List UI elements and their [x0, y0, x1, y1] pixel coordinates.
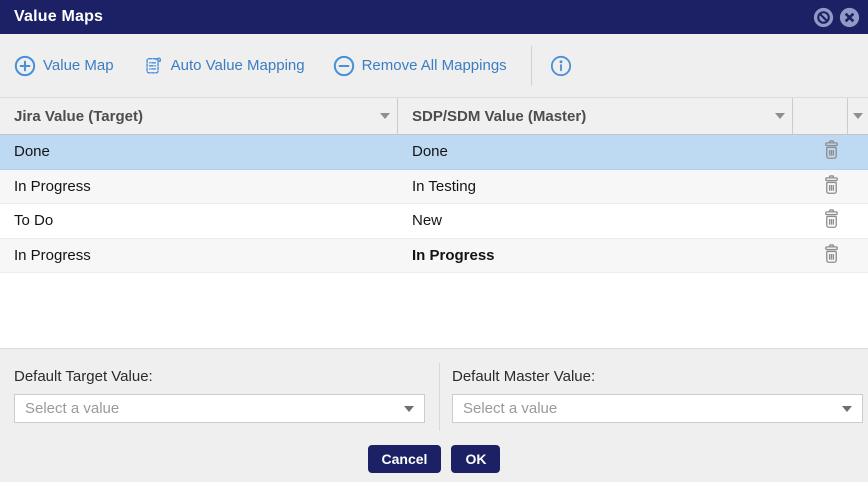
close-icon[interactable] — [839, 7, 860, 28]
table-header: Jira Value (Target) SDP/SDM Value (Maste… — [0, 97, 868, 135]
auto-value-mapping-label: Auto Value Mapping — [171, 57, 305, 74]
default-master-label: Default Master Value: — [452, 368, 863, 385]
trash-icon — [822, 174, 841, 199]
chevron-down-icon — [404, 406, 414, 412]
value-maps-dialog: Value Maps — [0, 0, 868, 482]
default-master-placeholder: Select a value — [463, 400, 842, 417]
default-master-panel: Default Master Value: Select a value — [440, 349, 868, 431]
jira-value-cell[interactable]: To Do — [0, 212, 398, 229]
ban-icon[interactable] — [813, 7, 834, 28]
titlebar: Value Maps — [0, 0, 868, 34]
column-menu-jira[interactable] — [372, 98, 398, 134]
delete-mapping-button[interactable] — [822, 243, 841, 268]
delete-mapping-button[interactable] — [822, 139, 841, 164]
table-row[interactable]: To Do New — [0, 204, 868, 239]
sdp-value-cell[interactable]: New — [398, 212, 795, 229]
auto-value-mapping-button[interactable]: Auto Value Mapping — [142, 54, 305, 77]
jira-value-cell[interactable]: Done — [0, 143, 398, 160]
row-action-cell — [795, 208, 868, 233]
table-row[interactable]: In Progress In Testing — [0, 170, 868, 205]
value-map-table: Jira Value (Target) SDP/SDM Value (Maste… — [0, 97, 868, 273]
table-row[interactable]: Done Done — [0, 135, 868, 170]
auto-mapping-icon — [142, 54, 164, 77]
sdp-value-cell[interactable]: In Testing — [398, 178, 795, 195]
defaults-row: Default Target Value: Select a value Def… — [0, 349, 868, 431]
column-header-jira-value: Jira Value (Target) — [0, 98, 372, 134]
buttons-row: Cancel OK — [0, 445, 868, 473]
ok-button[interactable]: OK — [451, 445, 500, 473]
value-map-button[interactable]: Value Map — [14, 55, 114, 77]
toolbar: Value Map Auto Value Mapping — [0, 34, 868, 97]
chevron-down-icon — [842, 406, 852, 412]
trash-icon — [822, 243, 841, 268]
row-action-cell — [795, 243, 868, 268]
trash-icon — [822, 208, 841, 233]
info-icon[interactable] — [550, 55, 572, 77]
minus-circle-icon — [333, 55, 355, 77]
column-header-sdp-value: SDP/SDM Value (Master) — [398, 98, 767, 134]
delete-mapping-button[interactable] — [822, 174, 841, 199]
column-header-actions — [793, 98, 847, 134]
trash-icon — [822, 139, 841, 164]
plus-circle-icon — [14, 55, 36, 77]
value-map-label: Value Map — [43, 57, 114, 74]
delete-mapping-button[interactable] — [822, 208, 841, 233]
chevron-down-icon — [380, 113, 390, 119]
chevron-down-icon — [775, 113, 785, 119]
sdp-value-cell[interactable]: In Progress — [398, 247, 795, 264]
sdp-value-cell[interactable]: Done — [398, 143, 795, 160]
jira-value-cell[interactable]: In Progress — [0, 247, 398, 264]
table-row[interactable]: In Progress In Progress — [0, 239, 868, 274]
jira-value-cell[interactable]: In Progress — [0, 178, 398, 195]
cancel-button[interactable]: Cancel — [368, 445, 442, 473]
default-target-label: Default Target Value: — [14, 368, 425, 385]
remove-all-mappings-button[interactable]: Remove All Mappings — [333, 55, 507, 77]
default-master-select[interactable]: Select a value — [452, 394, 863, 423]
footer: Default Target Value: Select a value Def… — [0, 348, 868, 482]
default-target-placeholder: Select a value — [25, 400, 404, 417]
dialog-title: Value Maps — [14, 8, 103, 26]
column-menu-sdp[interactable] — [767, 98, 793, 134]
column-menu-actions[interactable] — [847, 98, 868, 134]
empty-area — [0, 273, 868, 348]
default-target-panel: Default Target Value: Select a value — [0, 349, 439, 431]
value-map-rows: Done Done — [0, 135, 868, 273]
row-action-cell — [795, 174, 868, 199]
row-action-cell — [795, 139, 868, 164]
remove-all-mappings-label: Remove All Mappings — [362, 57, 507, 74]
chevron-down-icon — [853, 113, 863, 119]
default-target-select[interactable]: Select a value — [14, 394, 425, 423]
toolbar-divider — [531, 46, 532, 86]
